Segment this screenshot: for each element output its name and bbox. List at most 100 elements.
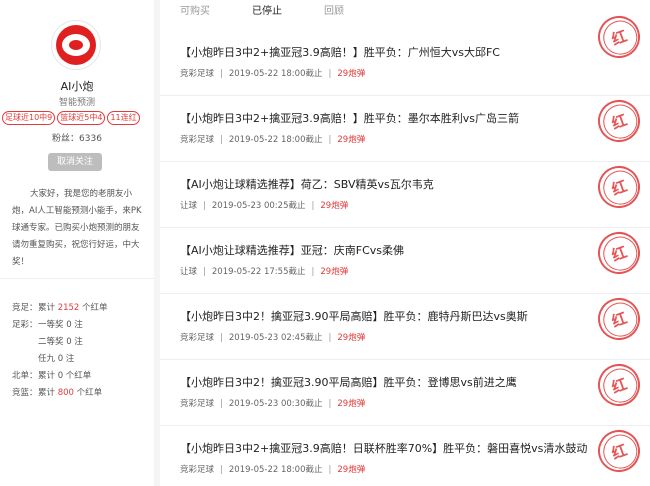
- item-title[interactable]: 【小炮昨日3中2！擒亚冠3.90平局高赔】胜平负：鹿特丹斯巴达vs奥斯: [180, 308, 528, 324]
- item-title[interactable]: 【AI小炮让球精选推荐】亚冠：庆南FCvs柔佛: [180, 242, 404, 258]
- logo-icon: [56, 25, 96, 65]
- page: AI小炮 智能预测 足球近10中9 篮球近5中4 11连红 粉丝：6336 取消…: [0, 0, 650, 486]
- item-deadline: 2019-05-22 18:00截止: [228, 465, 323, 475]
- stats-list: 竞足： 累计 2152 个红单 足彩： 一等奖 0 注 二等奖 0 注 任九 0 注…: [12, 300, 152, 402]
- avatar[interactable]: [51, 20, 101, 70]
- fans-value: 6336: [79, 134, 102, 144]
- meta-separator: |: [220, 333, 223, 343]
- stat-key: 竞足：: [12, 303, 38, 313]
- meta-separator: |: [328, 333, 332, 343]
- stamp-ring: 红: [594, 360, 640, 412]
- item-category: 竞彩足球: [180, 399, 215, 409]
- item-meta: 竞彩足球 | 2019-05-22 18:00截止 | 29炮弹: [180, 463, 365, 475]
- stat-num: 800: [57, 388, 74, 398]
- item-title[interactable]: 【小炮昨日3中2！擒亚冠3.90平局高赔】胜平负：登博思vs前进之鹰: [180, 374, 517, 390]
- stat-value: 累计 0 个红单: [38, 371, 92, 381]
- stat-row: 任九 0 注: [12, 351, 152, 368]
- item-price: 29炮弹: [337, 333, 366, 343]
- fans-label: 粉丝：: [52, 134, 80, 144]
- expert-name: AI小炮: [60, 80, 94, 93]
- record-tag: 篮球近5中4: [57, 111, 106, 125]
- meta-separator: |: [220, 399, 223, 409]
- item-price: 29炮弹: [320, 267, 349, 277]
- item-deadline: 2019-05-22 18:00截止: [228, 69, 323, 79]
- meta-separator: |: [220, 69, 223, 79]
- red-result-stamp-icon: 红: [594, 228, 640, 280]
- meta-separator: |: [220, 465, 223, 475]
- item-category: 让球: [180, 267, 198, 277]
- item-meta: 竞彩足球 | 2019-05-22 18:00截止 | 29炮弹: [180, 67, 365, 79]
- list-item[interactable]: 【小炮昨日3中2+擒亚冠3.9高赔！】胜平负：墨尔本胜利vs广岛三箭 竞彩足球 | 2…: [160, 96, 650, 162]
- item-category: 竞彩足球: [180, 69, 215, 79]
- tab-stopped[interactable]: 已停止: [252, 2, 282, 17]
- stat-post: 个红单: [79, 303, 108, 313]
- meta-separator: |: [311, 201, 315, 211]
- fans-count: 粉丝：6336: [0, 131, 154, 144]
- stamp-text: 红: [609, 308, 630, 331]
- stat-key: 竞篮：: [12, 388, 38, 398]
- stamp-ring: 红: [594, 162, 640, 214]
- meta-separator: |: [203, 201, 206, 211]
- meta-separator: |: [220, 135, 223, 145]
- item-category: 让球: [180, 201, 198, 211]
- stamp-text: 红: [609, 110, 630, 133]
- tab-bar: 可购买 已停止 回顾: [160, 0, 650, 20]
- stat-row: 竞篮： 累计 800 个红单: [12, 385, 152, 402]
- stamp-ring: 红: [594, 12, 640, 64]
- unfollow-button[interactable]: 取消关注: [48, 153, 102, 171]
- divider: [0, 278, 154, 279]
- record-tag: 11连红: [107, 111, 140, 125]
- item-deadline: 2019-05-23 00:30截止: [228, 399, 323, 409]
- item-price: 29炮弹: [337, 465, 366, 475]
- stamp-text: 红: [609, 176, 630, 199]
- item-meta: 竞彩足球 | 2019-05-23 00:30截止 | 29炮弹: [180, 397, 365, 409]
- stat-value: 任九 0 注: [38, 354, 75, 364]
- list-item[interactable]: 【小炮昨日3中2！擒亚冠3.90平局高赔】胜平负：鹿特丹斯巴达vs奥斯竞彩足球 |…: [160, 294, 650, 360]
- stat-row: 足彩： 一等奖 0 注: [12, 317, 152, 334]
- item-deadline: 2019-05-23 02:45截止: [228, 333, 323, 343]
- stat-key: [12, 334, 38, 351]
- list-item[interactable]: 【AI小炮让球精选推荐】荷乙：SBV精英vs瓦尔韦克让球 | 2019-05-23 …: [160, 162, 650, 228]
- tab-review[interactable]: 回顾: [324, 2, 344, 17]
- item-deadline: 2019-05-22 18:00截止: [228, 135, 323, 145]
- item-category: 竞彩足球: [180, 333, 215, 343]
- tab-available[interactable]: 可购买: [180, 2, 210, 17]
- list-item[interactable]: 【小炮昨日3中2！擒亚冠3.90平局高赔】胜平负：登博思vs前进之鹰竞彩足球 | 2…: [160, 360, 650, 426]
- item-title[interactable]: 【AI小炮让球精选推荐】荷乙：SBV精英vs瓦尔韦克: [180, 176, 434, 192]
- red-result-stamp-icon: 红: [594, 426, 640, 478]
- expert-bio: 大家好，我是您的老朋友小炮，AI人工智能预测小能手，来PK球通专家。已购买小炮预…: [12, 189, 142, 267]
- item-price: 29炮弹: [337, 69, 366, 79]
- meta-separator: |: [311, 267, 315, 277]
- stat-value: 二等奖 0 注: [38, 337, 83, 347]
- stat-value: 累计 2152 个红单: [38, 300, 108, 317]
- red-result-stamp-icon: 红: [594, 162, 640, 214]
- stat-value: 一等奖 0 注: [38, 320, 83, 330]
- item-price: 29炮弹: [320, 201, 349, 211]
- record-tags: 足球近10中9 篮球近5中4 11连红: [2, 111, 154, 125]
- list-item[interactable]: 【AI小炮让球精选推荐】亚冠：庆南FCvs柔佛让球 | 2019-05-22 17:…: [160, 228, 650, 294]
- item-meta: 竞彩足球 | 2019-05-23 02:45截止 | 29炮弹: [180, 331, 365, 343]
- item-title[interactable]: 【小炮昨日3中2+擒亚冠3.9高赔！】胜平负：广州恒大vs大邱FC: [180, 44, 500, 60]
- expert-profile-sidebar: AI小炮 智能预测 足球近10中9 篮球近5中4 11连红 粉丝：6336 取消…: [0, 0, 154, 486]
- list-item[interactable]: 【小炮昨日3中2+擒亚冠3.9高赔！】胜平负：广州恒大vs大邱FC 竞彩足球 | 20…: [160, 12, 650, 96]
- item-meta: 竞彩足球 | 2019-05-22 18:00截止 | 29炮弹: [180, 133, 365, 145]
- stat-post: 个红单: [73, 388, 103, 398]
- red-result-stamp-icon: 红: [594, 12, 640, 64]
- list-item[interactable]: 【小炮昨日3中2+擒亚冠3.9高赔！日联杯胜率70%】胜平负：磐田喜悦vs清水鼓…: [160, 426, 650, 486]
- red-result-stamp-icon: 红: [594, 294, 640, 346]
- stat-key: [12, 351, 38, 368]
- stamp-text: 红: [609, 242, 630, 265]
- stamp-text: 红: [609, 440, 630, 463]
- prediction-list: 可购买 已停止 回顾 【小炮昨日3中2+擒亚冠3.9高赔！】胜平负：广州恒大vs…: [160, 0, 650, 486]
- stat-value: 累计 800 个红单: [38, 385, 102, 402]
- item-price: 29炮弹: [337, 135, 366, 145]
- item-deadline: 2019-05-22 17:55截止: [211, 267, 306, 277]
- stamp-ring: 红: [594, 426, 640, 478]
- item-category: 竞彩足球: [180, 465, 215, 475]
- item-title[interactable]: 【小炮昨日3中2+擒亚冠3.9高赔！】胜平负：墨尔本胜利vs广岛三箭: [180, 110, 519, 126]
- item-title[interactable]: 【小炮昨日3中2+擒亚冠3.9高赔！日联杯胜率70%】胜平负：磐田喜悦vs清水鼓…: [180, 440, 587, 456]
- expert-subtitle: 智能预测: [58, 98, 95, 108]
- stamp-ring: 红: [594, 228, 640, 280]
- meta-separator: |: [328, 135, 332, 145]
- item-deadline: 2019-05-23 00:25截止: [211, 201, 306, 211]
